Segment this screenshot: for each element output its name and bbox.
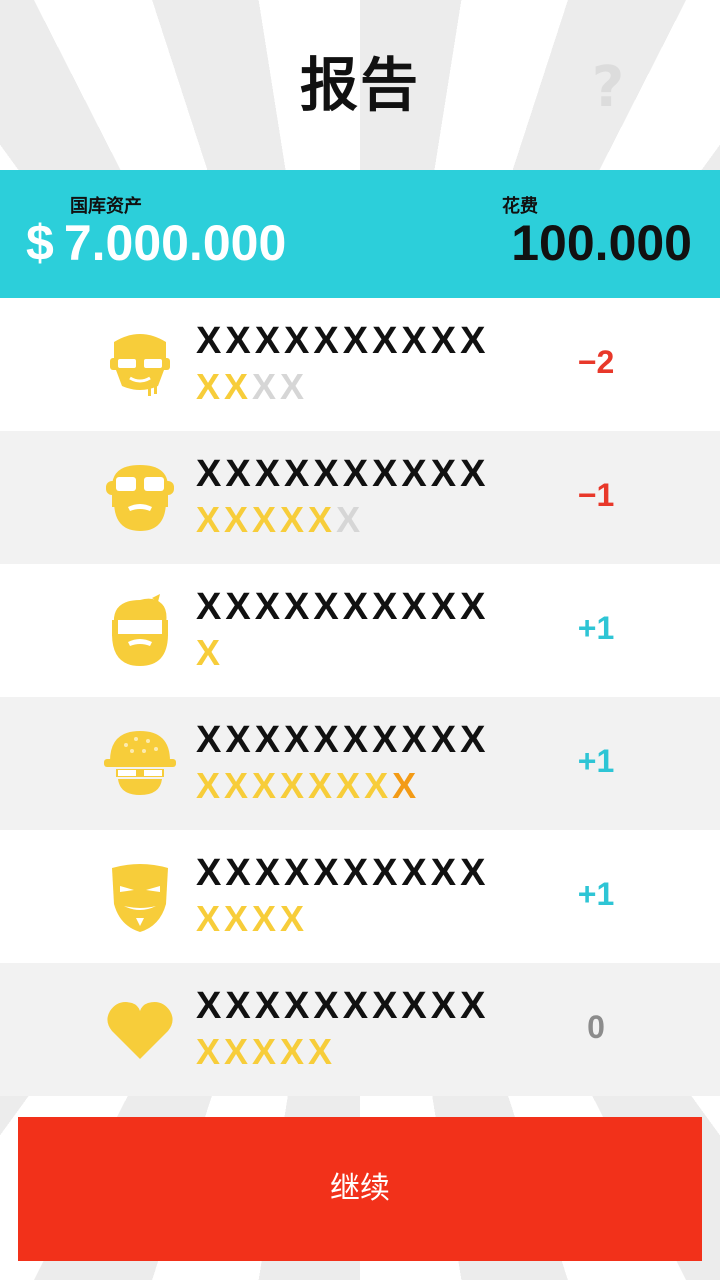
rating-empty: XX xyxy=(252,366,309,407)
spend-value: 100.000 xyxy=(511,215,692,271)
rating-bonus: X xyxy=(392,765,421,806)
rating: X xyxy=(196,632,224,674)
help-button[interactable]: ? xyxy=(588,58,628,118)
rating: XXXXXXXX xyxy=(196,765,420,807)
list-item: XXXXXXXXXX XXXXX 0 xyxy=(0,963,720,1096)
bodyguard-face-icon xyxy=(110,334,170,396)
guy-fawkes-mask-icon xyxy=(112,864,168,932)
faction-list: XXXXXXXXXX XXXX −2 XXXXXXXXXX XXXXXX −1 … xyxy=(0,298,720,1096)
rating-empty: X xyxy=(336,499,365,540)
delta-value: 0 xyxy=(587,1009,605,1045)
rating-filled: XXXXXXX xyxy=(196,765,393,806)
faction-name: XXXXXXXXXX xyxy=(196,852,490,894)
delta-value: +1 xyxy=(577,743,615,779)
delta-value: +1 xyxy=(577,610,615,646)
rating-filled: XX xyxy=(196,366,253,407)
stats-bar: 国库资产 $7.000.000 花费 100.000 xyxy=(0,170,720,298)
delta-value: +1 xyxy=(577,876,615,912)
header: 报告 ? xyxy=(0,0,720,170)
rating: XXXXX xyxy=(196,1031,336,1073)
currency-symbol: $ xyxy=(26,215,54,271)
rating: XXXX xyxy=(196,366,308,408)
list-item: XXXXXXXXXX XXXX +1 xyxy=(0,830,720,963)
list-item: XXXXXXXXXX XXXXXXXX +1 xyxy=(0,697,720,830)
delta-value: −1 xyxy=(577,477,615,513)
helmet-soldier-face-icon xyxy=(104,731,176,795)
delta-value: −2 xyxy=(577,344,615,380)
continue-button[interactable]: 继续 xyxy=(18,1117,702,1261)
treasury-value: 7.000.000 xyxy=(63,215,287,271)
heart-icon xyxy=(107,1002,173,1059)
rating-filled: XXXXX xyxy=(196,1031,337,1072)
faction-name: XXXXXXXXXX xyxy=(196,320,490,362)
list-item: XXXXXXXXXX XXXX −2 xyxy=(0,298,720,431)
faction-name: XXXXXXXXXX xyxy=(196,985,490,1027)
rating: XXXXXX xyxy=(196,499,364,541)
rating-filled: XXXXX xyxy=(196,499,337,540)
rating-filled: X xyxy=(196,632,225,673)
faction-name: XXXXXXXXXX xyxy=(196,453,490,495)
rating-filled: XXXX xyxy=(196,898,309,939)
list-item: XXXXXXXXXX XXXXXX −1 xyxy=(0,431,720,564)
bearded-man-face-icon xyxy=(112,594,168,666)
rating: XXXX xyxy=(196,898,308,940)
list-item: XXXXXXXXXX X +1 xyxy=(0,564,720,697)
faction-name: XXXXXXXXXX xyxy=(196,586,490,628)
treasury-amount: $7.000.000 xyxy=(26,214,286,272)
goggles-beard-face-icon xyxy=(106,465,174,531)
faction-name: XXXXXXXXXX xyxy=(196,719,490,761)
